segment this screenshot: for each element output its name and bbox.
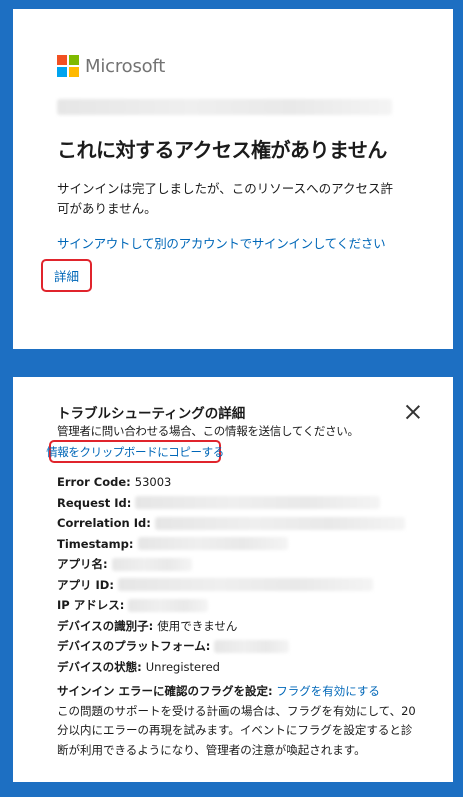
detail-row-error-code: Error Code: 53003 — [57, 472, 437, 493]
microsoft-logo: Microsoft — [57, 55, 165, 77]
detail-label: IP アドレス: — [57, 598, 125, 613]
copy-to-clipboard-link[interactable]: 情報をクリップボードにコピーする — [46, 440, 224, 463]
detail-label: Correlation Id: — [57, 516, 151, 531]
detail-value-redacted — [117, 578, 373, 592]
details-list: Error Code: 53003 Request Id: Correlatio… — [57, 472, 437, 677]
close-icon[interactable] — [405, 404, 421, 420]
microsoft-wordmark: Microsoft — [85, 55, 166, 77]
detail-value: 53003 — [134, 475, 172, 490]
troubleshooting-title: トラブルシューティングの詳細 — [57, 406, 246, 422]
detail-row-device-platform: デバイスのプラットフォーム: — [57, 636, 437, 657]
detail-row-device-id: デバイスの識別子: 使用できません — [57, 616, 437, 637]
detail-row-app-name: アプリ名: — [57, 554, 437, 575]
microsoft-squares-icon — [57, 55, 79, 77]
troubleshooting-subtitle: 管理者に問い合わせる場合、この情報を送信してください。 — [57, 424, 359, 438]
detail-value-redacted — [128, 598, 209, 612]
troubleshooting-panel: トラブルシューティングの詳細 管理者に問い合わせる場合、この情報を送信してくださ… — [13, 377, 453, 782]
page-title: これに対するアクセス権がありません — [57, 138, 387, 162]
detail-value-redacted — [111, 557, 192, 571]
flag-section: サインイン エラーに確認のフラグを設定: フラグを有効にする この問題のサポート… — [57, 682, 417, 760]
detail-value-redacted — [135, 496, 381, 510]
error-description: サインインは完了しましたが、このリソースへのアクセス許可がありません。 — [57, 181, 394, 216]
detail-value-redacted — [154, 516, 405, 530]
detail-label: Request Id: — [57, 495, 132, 510]
account-name-redacted — [57, 99, 392, 115]
detail-row-device-state: デバイスの状態: Unregistered — [57, 657, 437, 678]
detail-label: デバイスの識別子: — [57, 618, 154, 633]
detail-row-ip-address: IP アドレス: — [57, 595, 437, 616]
detail-value-redacted — [137, 537, 288, 551]
enable-flag-link[interactable]: フラグを有効にする — [276, 684, 380, 698]
detail-row-request-id: Request Id: — [57, 493, 437, 514]
detail-label: デバイスのプラットフォーム: — [57, 639, 211, 654]
details-link[interactable]: 詳細 — [41, 259, 92, 292]
detail-row-correlation-id: Correlation Id: — [57, 513, 437, 534]
detail-label: デバイスの状態: — [57, 659, 142, 674]
detail-value: Unregistered — [145, 659, 220, 674]
flag-description: この問題のサポートを受ける計画の場合は、フラグを有効にして、20 分以内にエラー… — [57, 703, 416, 757]
detail-label: Error Code: — [57, 475, 131, 490]
detail-row-timestamp: Timestamp: — [57, 534, 437, 555]
detail-value-redacted — [214, 639, 290, 653]
detail-value: 使用できません — [157, 618, 238, 633]
signout-link[interactable]: サインアウトして別のアカウントでサインインしてください — [57, 233, 386, 252]
detail-label: アプリ名: — [57, 557, 108, 572]
signin-card: Microsoft これに対するアクセス権がありません サインインは完了しました… — [13, 9, 453, 349]
detail-label: Timestamp: — [57, 536, 134, 551]
flag-label: サインイン エラーに確認のフラグを設定: — [57, 684, 273, 698]
detail-label: アプリ ID: — [57, 577, 114, 592]
detail-row-app-id: アプリ ID: — [57, 575, 437, 596]
